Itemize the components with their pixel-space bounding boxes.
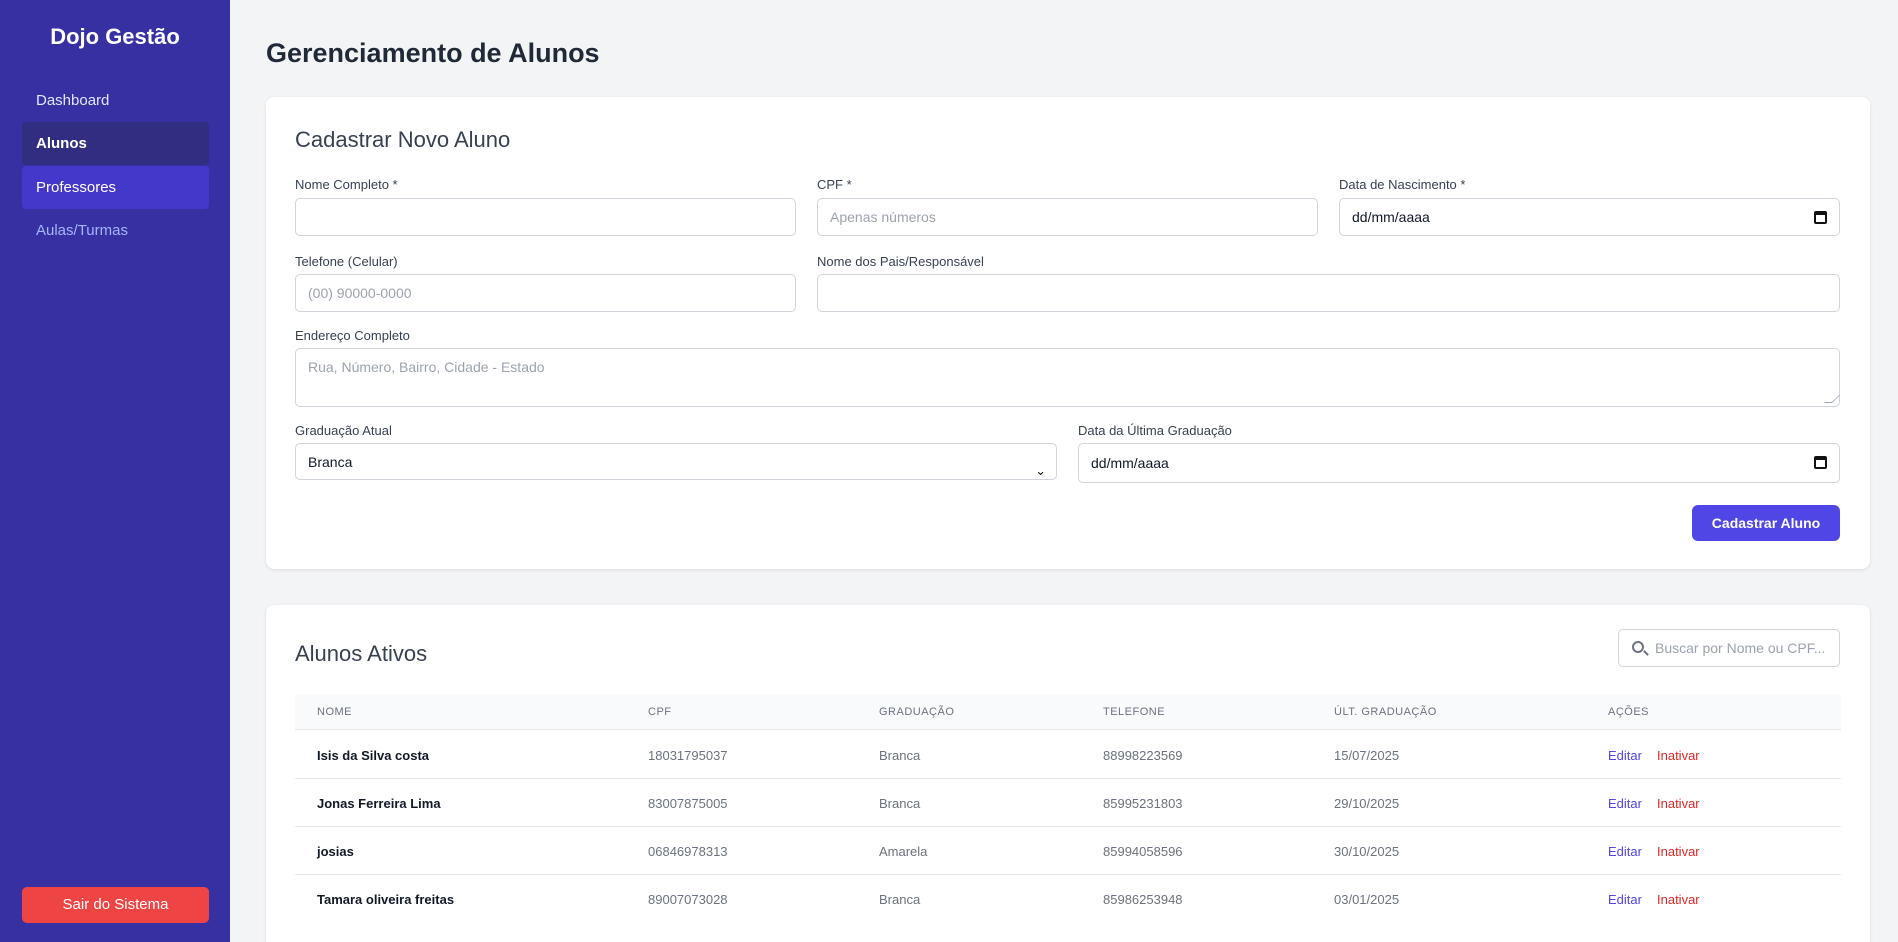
deactivate-link[interactable]: Inativar (1657, 892, 1700, 907)
sidebar-item-alunos[interactable]: Alunos (22, 122, 209, 165)
edit-link[interactable]: Editar (1608, 796, 1642, 811)
address-placeholder: Rua, Número, Bairro, Cidade - Estado (308, 359, 545, 375)
active-students-card: Alunos Ativos Buscar por Nome ou CPF... … (266, 605, 1870, 942)
student-phone: 85994058596 (1103, 844, 1183, 859)
student-last-graduation: 30/10/2025 (1334, 844, 1400, 859)
sidebar-item-dashboard[interactable]: Dashboard (22, 79, 209, 122)
chevron-down-icon: ⌄ (1035, 463, 1046, 478)
edit-link[interactable]: Editar (1608, 844, 1642, 859)
deactivate-link[interactable]: Inativar (1657, 844, 1700, 859)
deactivate-link[interactable]: Inativar (1657, 748, 1700, 763)
name-field[interactable] (295, 198, 796, 236)
column-header-name: NOME (317, 706, 352, 718)
column-header-phone: TELEFONE (1103, 706, 1166, 718)
student-name: josias (317, 844, 354, 859)
student-last-graduation: 15/07/2025 (1334, 748, 1400, 763)
edit-link[interactable]: Editar (1608, 748, 1642, 763)
student-belt: Branca (879, 748, 921, 763)
calendar-icon[interactable] (1814, 456, 1827, 469)
birth-date-field[interactable]: dd/mm/aaaa (1339, 198, 1840, 236)
calendar-icon[interactable] (1814, 211, 1827, 224)
column-header-cpf: CPF (648, 706, 672, 718)
phone-label: Telefone (Celular) (295, 254, 398, 269)
name-label: Nome Completo * (295, 177, 398, 192)
address-textarea[interactable]: Rua, Número, Bairro, Cidade - Estado (295, 348, 1840, 407)
cpf-placeholder: Apenas números (830, 209, 936, 225)
table-row: Tamara oliveira freitas 89007073028 Bran… (295, 875, 1841, 923)
student-phone: 85986253948 (1103, 892, 1183, 907)
page-title: Gerenciamento de Alunos (266, 38, 600, 68)
register-student-button[interactable]: Cadastrar Aluno (1692, 505, 1840, 541)
parents-field[interactable] (817, 274, 1840, 312)
register-student-card: Cadastrar Novo Aluno Nome Completo * CPF… (266, 97, 1870, 569)
belt-label: Graduação Atual (295, 423, 392, 438)
list-title: Alunos Ativos (295, 641, 428, 666)
column-header-last-graduation: ÚLT. GRADUAÇÃO (1334, 706, 1437, 718)
column-header-belt: GRADUAÇÃO (879, 706, 955, 718)
student-name: Jonas Ferreira Lima (317, 796, 441, 811)
parents-label: Nome dos Pais/Responsável (817, 254, 984, 269)
phone-field[interactable]: (00) 90000-0000 (295, 274, 796, 312)
deactivate-link[interactable]: Inativar (1657, 796, 1700, 811)
resize-handle-icon[interactable] (1824, 395, 1840, 403)
student-cpf: 18031795037 (648, 748, 728, 763)
student-last-graduation: 29/10/2025 (1334, 796, 1400, 811)
last-graduation-label: Data da Última Graduação (1078, 423, 1232, 438)
cpf-field[interactable]: Apenas números (817, 198, 1318, 236)
column-header-actions: AÇÕES (1608, 706, 1650, 718)
last-graduation-field[interactable]: dd/mm/aaaa (1078, 443, 1840, 483)
student-belt: Amarela (879, 844, 928, 859)
student-phone: 85995231803 (1103, 796, 1183, 811)
student-name: Tamara oliveira freitas (317, 892, 455, 907)
address-label: Endereço Completo (295, 328, 410, 343)
student-belt: Branca (879, 892, 921, 907)
sidebar: Dojo Gestão Dashboard Alunos Professores… (0, 0, 230, 942)
student-name: Isis da Silva costa (317, 748, 430, 763)
table-row: Isis da Silva costa 18031795037 Branca 8… (295, 731, 1841, 779)
form-title: Cadastrar Novo Aluno (295, 127, 511, 152)
table-header: NOME CPF GRADUAÇÃO TELEFONE ÚLT. GRADUAÇ… (295, 694, 1841, 730)
student-cpf: 06846978313 (648, 844, 728, 859)
brand-title: Dojo Gestão (50, 24, 180, 49)
student-cpf: 83007875005 (648, 796, 728, 811)
birth-date-label: Data de Nascimento * (1339, 177, 1466, 192)
sidebar-item-aulas-turmas[interactable]: Aulas/Turmas (22, 209, 209, 252)
sidebar-item-professores[interactable]: Professores (22, 166, 209, 209)
edit-link[interactable]: Editar (1608, 892, 1642, 907)
logout-button[interactable]: Sair do Sistema (22, 887, 209, 923)
table-row: josias 06846978313 Amarela 85994058596 3… (295, 827, 1841, 875)
student-phone: 88998223569 (1103, 748, 1183, 763)
table-row: Jonas Ferreira Lima 83007875005 Branca 8… (295, 779, 1841, 827)
search-input[interactable]: Buscar por Nome ou CPF... (1618, 629, 1840, 667)
search-placeholder: Buscar por Nome ou CPF... (1655, 640, 1826, 656)
phone-placeholder: (00) 90000-0000 (308, 285, 412, 301)
student-belt: Branca (879, 796, 921, 811)
student-last-graduation: 03/01/2025 (1334, 892, 1400, 907)
student-cpf: 89007073028 (648, 892, 728, 907)
search-icon (1632, 641, 1644, 653)
cpf-label: CPF * (817, 177, 852, 192)
belt-select[interactable]: Branca ⌄ (295, 443, 1057, 480)
